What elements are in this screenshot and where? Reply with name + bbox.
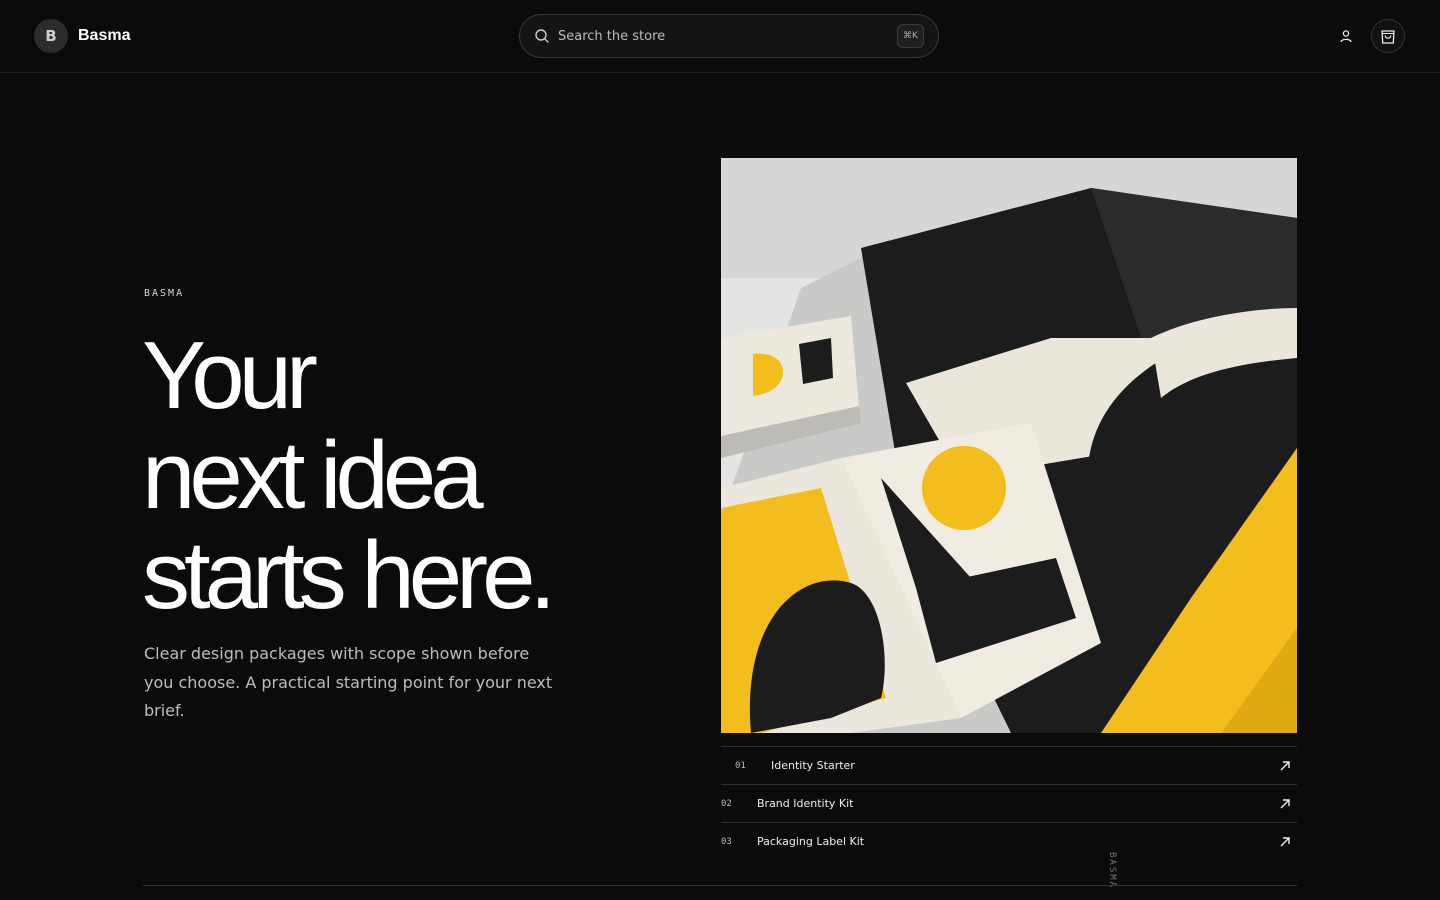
- search-input[interactable]: [558, 28, 897, 44]
- arrow-up-right-icon[interactable]: [1279, 798, 1291, 810]
- headline-line-2: next idea: [142, 422, 484, 529]
- package-name[interactable]: Identity Starter: [771, 759, 1279, 772]
- search-bar[interactable]: ⌘K: [519, 14, 939, 58]
- package-row-brand-identity-kit[interactable]: 02 Brand Identity Kit: [721, 784, 1297, 822]
- shopping-bag-icon: [1381, 30, 1395, 44]
- package-number: 01: [735, 760, 746, 771]
- vertical-brand-label: BASMA: [1107, 852, 1117, 890]
- package-name[interactable]: Packaging Label Kit: [757, 835, 1279, 848]
- package-list: 01 Identity Starter 02 Brand Identity Ki…: [721, 746, 1297, 860]
- search-icon: [535, 29, 549, 43]
- brand-name[interactable]: Basma: [78, 27, 130, 45]
- user-icon: [1340, 30, 1352, 43]
- section-divider: [143, 885, 1297, 886]
- cart-button[interactable]: [1371, 19, 1405, 53]
- site-header: B Basma ⌘K: [0, 0, 1440, 73]
- package-row-packaging-label-kit[interactable]: 03 Packaging Label Kit: [721, 822, 1297, 860]
- package-number: 02: [721, 798, 732, 809]
- brand[interactable]: B Basma: [34, 19, 130, 53]
- headline-line-1: Your: [142, 322, 318, 429]
- brand-logo[interactable]: B: [34, 19, 68, 53]
- package-name[interactable]: Brand Identity Kit: [757, 797, 1279, 810]
- hero-image: [721, 158, 1297, 733]
- hero-description: Clear design packages with scope shown b…: [144, 644, 553, 720]
- stationery-mockup-image: [721, 158, 1297, 733]
- search-shortcut-badge: ⌘K: [897, 24, 924, 48]
- hero-headline: Your next idea starts here.: [142, 326, 682, 626]
- package-row-identity-starter[interactable]: 01 Identity Starter: [721, 746, 1297, 784]
- package-number: 03: [721, 836, 732, 847]
- arrow-up-right-icon[interactable]: [1279, 760, 1291, 772]
- arrow-up-right-icon[interactable]: [1279, 836, 1291, 848]
- headline-line-3: starts here.: [142, 522, 556, 629]
- hero-eyebrow: BASMA: [144, 288, 185, 299]
- account-button[interactable]: [1329, 19, 1363, 53]
